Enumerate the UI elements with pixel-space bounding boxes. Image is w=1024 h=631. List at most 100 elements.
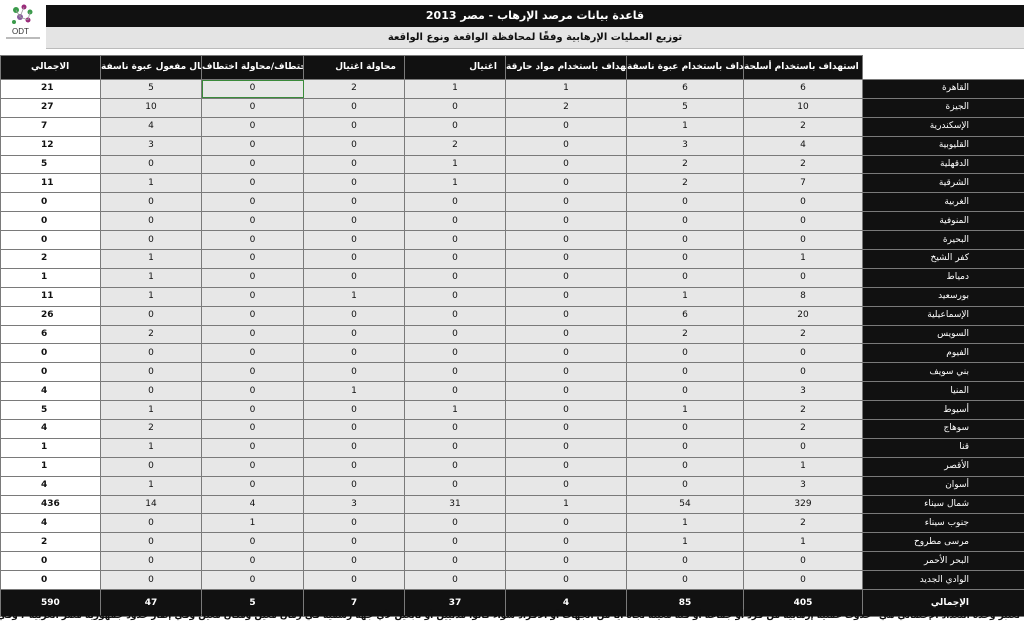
table-cell[interactable]: 0 bbox=[201, 570, 304, 591]
table-cell[interactable]: 2 bbox=[505, 97, 627, 118]
table-cell[interactable]: 0 bbox=[303, 173, 405, 194]
governorate-cell[interactable]: بني سويف bbox=[862, 362, 1024, 383]
table-cell[interactable]: 6 bbox=[626, 305, 744, 326]
table-cell[interactable]: 0 bbox=[505, 513, 627, 534]
table-cell[interactable]: 0 bbox=[303, 570, 405, 591]
governorate-cell[interactable]: أسوان bbox=[862, 475, 1024, 496]
row-total-cell[interactable]: 4 bbox=[0, 419, 101, 439]
table-cell[interactable]: 0 bbox=[201, 532, 304, 553]
table-cell[interactable]: 0 bbox=[626, 456, 744, 477]
table-cell[interactable]: 0 bbox=[505, 286, 627, 307]
table-cell[interactable]: 0 bbox=[100, 154, 202, 175]
governorate-cell[interactable]: الإسكندرية bbox=[862, 116, 1024, 137]
governorate-cell[interactable]: المنيا bbox=[862, 381, 1024, 402]
table-cell[interactable]: 0 bbox=[505, 362, 627, 383]
table-cell[interactable]: 0 bbox=[201, 173, 304, 194]
table-cell[interactable]: 0 bbox=[743, 192, 863, 213]
row-total-cell[interactable]: 4 bbox=[0, 475, 101, 496]
table-cell[interactable]: 0 bbox=[404, 475, 506, 496]
table-cell[interactable]: 0 bbox=[201, 456, 304, 477]
table-cell[interactable]: 0 bbox=[100, 343, 202, 364]
table-cell[interactable]: 0 bbox=[505, 400, 627, 421]
table-cell[interactable]: 2 bbox=[626, 154, 744, 175]
table-cell[interactable]: 2 bbox=[100, 419, 202, 439]
table-cell[interactable]: 0 bbox=[404, 551, 506, 572]
table-cell[interactable]: 0 bbox=[505, 116, 627, 137]
table-cell[interactable]: 0 bbox=[303, 324, 405, 345]
table-cell[interactable]: 1 bbox=[505, 79, 627, 99]
table-cell[interactable]: 1 bbox=[626, 286, 744, 307]
table-cell[interactable]: 0 bbox=[404, 249, 506, 269]
table-cell[interactable]: 0 bbox=[100, 230, 202, 251]
table-cell[interactable]: 0 bbox=[303, 192, 405, 213]
table-cell[interactable]: 0 bbox=[303, 437, 405, 458]
table-cell[interactable]: 20 bbox=[743, 305, 863, 326]
table-cell[interactable]: 2 bbox=[743, 513, 863, 534]
table-cell[interactable]: 0 bbox=[626, 230, 744, 251]
governorate-cell[interactable]: القليوبية bbox=[862, 135, 1024, 156]
table-cell[interactable]: 0 bbox=[626, 475, 744, 496]
table-cell[interactable]: 1 bbox=[303, 286, 405, 307]
column-header[interactable]: محاولة اغتيال bbox=[303, 55, 405, 80]
row-total-cell[interactable]: 0 bbox=[0, 570, 101, 591]
table-cell[interactable]: 0 bbox=[626, 192, 744, 213]
table-cell[interactable]: 0 bbox=[201, 305, 304, 326]
table-cell[interactable]: 1 bbox=[505, 494, 627, 515]
row-total-cell[interactable]: 5 bbox=[0, 400, 101, 421]
table-cell[interactable]: 4 bbox=[100, 116, 202, 137]
table-cell[interactable]: 1 bbox=[743, 249, 863, 269]
table-cell[interactable]: 0 bbox=[100, 362, 202, 383]
governorate-cell[interactable]: البحيرة bbox=[862, 230, 1024, 251]
table-cell[interactable]: 1 bbox=[626, 116, 744, 137]
table-cell[interactable]: 1 bbox=[100, 173, 202, 194]
table-cell[interactable]: 0 bbox=[505, 211, 627, 232]
governorate-cell[interactable]: الوادي الجديد bbox=[862, 570, 1024, 591]
table-cell[interactable]: 54 bbox=[626, 494, 744, 515]
governorate-cell[interactable]: أسيوط bbox=[862, 400, 1024, 421]
table-cell[interactable]: 2 bbox=[743, 116, 863, 137]
table-cell[interactable]: 0 bbox=[743, 230, 863, 251]
table-cell[interactable]: 14 bbox=[100, 494, 202, 515]
table-cell[interactable]: 0 bbox=[201, 211, 304, 232]
row-total-cell[interactable]: 2 bbox=[0, 249, 101, 269]
table-cell[interactable]: 0 bbox=[100, 211, 202, 232]
governorate-cell[interactable]: الإسماعيلية bbox=[862, 305, 1024, 326]
table-cell[interactable]: 0 bbox=[201, 324, 304, 345]
table-cell[interactable]: 0 bbox=[626, 362, 744, 383]
table-cell[interactable]: 0 bbox=[100, 551, 202, 572]
governorate-cell[interactable]: الفيوم bbox=[862, 343, 1024, 364]
table-cell[interactable]: 1 bbox=[100, 400, 202, 421]
table-cell[interactable]: 5 bbox=[626, 97, 744, 118]
governorate-cell[interactable]: البحر الأحمر bbox=[862, 551, 1024, 572]
column-header[interactable]: اغتيال bbox=[404, 55, 506, 80]
table-cell[interactable]: 3 bbox=[626, 135, 744, 156]
table-cell[interactable]: 0 bbox=[505, 475, 627, 496]
table-cell[interactable]: 0 bbox=[303, 211, 405, 232]
column-header[interactable]: استهداف باستخدام عبوة ناسفة bbox=[626, 55, 744, 80]
table-cell[interactable]: 0 bbox=[201, 154, 304, 175]
table-cell[interactable]: 0 bbox=[626, 551, 744, 572]
table-cell[interactable]: 0 bbox=[201, 249, 304, 269]
table-cell[interactable]: 0 bbox=[404, 513, 506, 534]
governorate-cell[interactable]: سوهاج bbox=[862, 419, 1024, 439]
table-cell[interactable]: 0 bbox=[201, 79, 304, 99]
table-cell[interactable]: 8 bbox=[743, 286, 863, 307]
table-cell[interactable]: 1 bbox=[100, 249, 202, 269]
table-cell[interactable]: 0 bbox=[743, 362, 863, 383]
table-cell[interactable]: 0 bbox=[303, 456, 405, 477]
table-cell[interactable]: 2 bbox=[100, 324, 202, 345]
table-cell[interactable]: 0 bbox=[303, 419, 405, 439]
table-cell[interactable]: 0 bbox=[743, 343, 863, 364]
table-cell[interactable]: 0 bbox=[303, 532, 405, 553]
table-cell[interactable]: 0 bbox=[404, 267, 506, 288]
table-cell[interactable]: 4 bbox=[743, 135, 863, 156]
table-cell[interactable]: 1 bbox=[100, 286, 202, 307]
table-cell[interactable]: 2 bbox=[743, 419, 863, 439]
table-cell[interactable]: 0 bbox=[404, 211, 506, 232]
table-cell[interactable]: 0 bbox=[404, 230, 506, 251]
table-cell[interactable]: 2 bbox=[303, 79, 405, 99]
table-cell[interactable]: 0 bbox=[100, 532, 202, 553]
table-cell[interactable]: 10 bbox=[743, 97, 863, 118]
table-cell[interactable]: 0 bbox=[201, 437, 304, 458]
governorate-cell[interactable]: السويس bbox=[862, 324, 1024, 345]
